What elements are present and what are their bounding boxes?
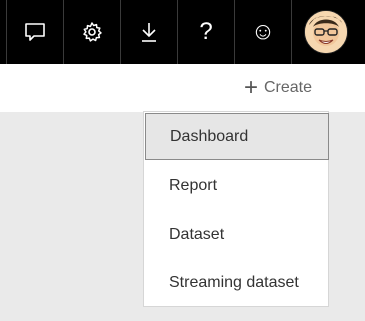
menu-item-label: Streaming dataset — [169, 274, 299, 291]
feedback-smiley-button[interactable]: ☺ — [234, 0, 291, 64]
create-dropdown-menu: Dashboard Report Dataset Streaming datas… — [143, 111, 329, 307]
menu-item-label: Dashboard — [170, 127, 249, 145]
settings-gear-icon — [81, 21, 103, 43]
help-icon: ? — [199, 18, 213, 45]
settings-button[interactable] — [63, 0, 120, 64]
menu-item-label: Dataset — [169, 226, 225, 243]
feedback-button[interactable] — [6, 0, 63, 64]
menu-item-dashboard[interactable]: Dashboard — [145, 113, 329, 160]
feedback-icon — [24, 22, 46, 42]
plus-icon: + — [243, 74, 258, 101]
help-button[interactable]: ? — [177, 0, 234, 64]
menu-item-report[interactable]: Report — [144, 162, 328, 210]
menu-item-dataset[interactable]: Dataset — [144, 211, 328, 259]
create-button[interactable]: + Create — [244, 76, 312, 100]
account-button[interactable] — [291, 0, 359, 64]
download-button[interactable] — [120, 0, 177, 64]
menu-item-label: Report — [169, 177, 218, 194]
smiley-icon: ☺ — [250, 18, 276, 45]
user-avatar — [303, 10, 348, 54]
top-navigation-bar: ? ☺ — [0, 0, 365, 64]
download-icon — [139, 21, 159, 43]
create-label: Create — [263, 79, 312, 96]
menu-item-streaming-dataset[interactable]: Streaming dataset — [144, 259, 328, 307]
